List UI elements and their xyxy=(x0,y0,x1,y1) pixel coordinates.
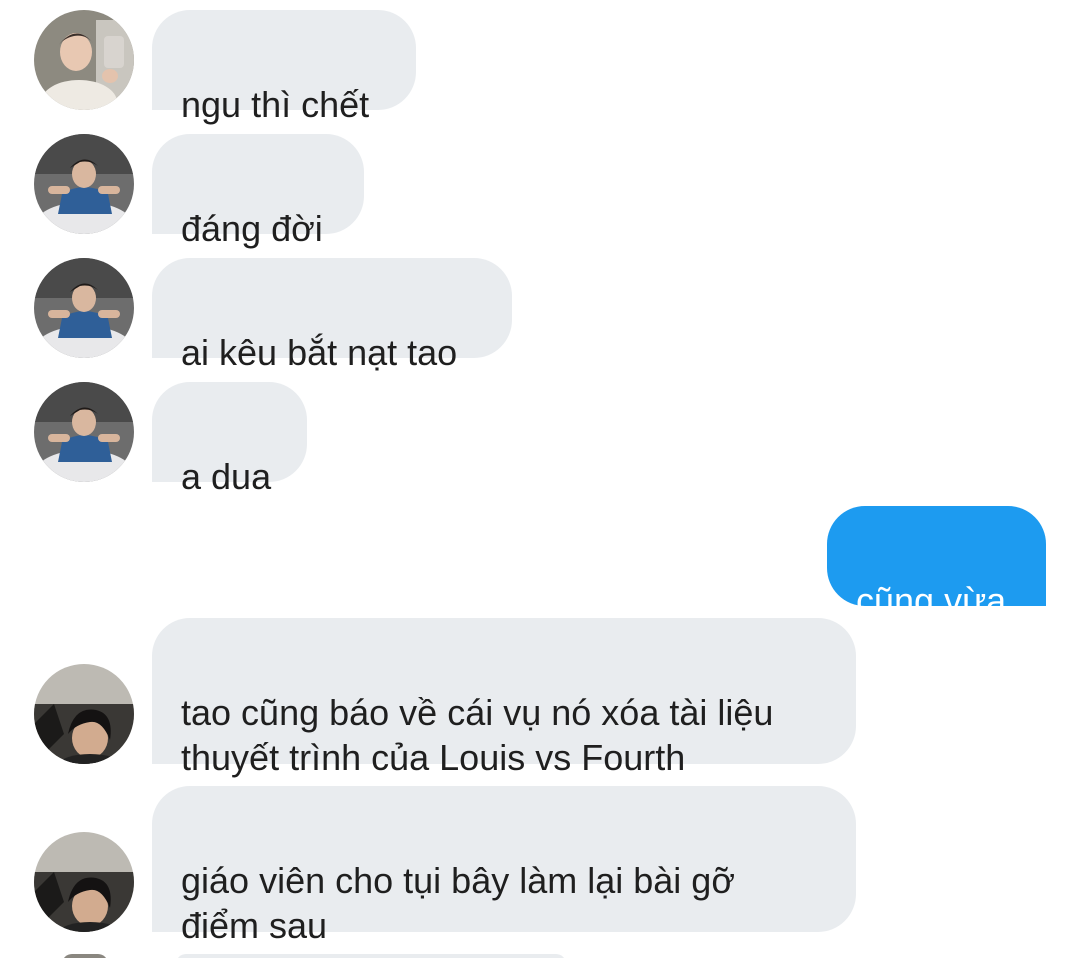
message-text: tao cũng báo về cái vụ nó xóa tài liệu t… xyxy=(181,692,774,778)
message-bubble-partial xyxy=(176,954,566,958)
avatar-blue-shirt[interactable] xyxy=(34,382,134,482)
message-text: ai kêu bắt nạt tao xyxy=(181,332,458,373)
avatar-blue-shirt[interactable] xyxy=(34,258,134,358)
message-text: cũng vừa xyxy=(856,580,1007,621)
message-text: ngu thì chết xyxy=(181,84,370,125)
sent-message-bubble[interactable]: cũng vừa xyxy=(827,506,1046,621)
message-bubble[interactable]: ngu thì chết xyxy=(152,10,416,125)
avatar-white-sweater[interactable] xyxy=(34,10,134,110)
avatar-partial xyxy=(62,954,108,958)
message-bubble[interactable]: giáo viên cho tụi bây làm lại bài gỡ điể… xyxy=(152,786,856,946)
message-text: giáo viên cho tụi bây làm lại bài gỡ điể… xyxy=(181,860,735,946)
message-text: a dua xyxy=(181,456,272,497)
avatar-blue-shirt[interactable] xyxy=(34,134,134,234)
chat-thread: ngu thì chết đáng đời ai kêu bắt nạt tao… xyxy=(0,0,1080,958)
avatar-dark-hair[interactable] xyxy=(34,664,134,764)
avatar-dark-hair[interactable] xyxy=(34,832,134,932)
message-bubble[interactable]: ai kêu bắt nạt tao xyxy=(152,258,512,373)
message-bubble[interactable]: đáng đời xyxy=(152,134,364,249)
message-text: đáng đời xyxy=(181,208,323,249)
message-bubble[interactable]: tao cũng báo về cái vụ nó xóa tài liệu t… xyxy=(152,618,856,778)
message-bubble[interactable]: a dua xyxy=(152,382,307,497)
